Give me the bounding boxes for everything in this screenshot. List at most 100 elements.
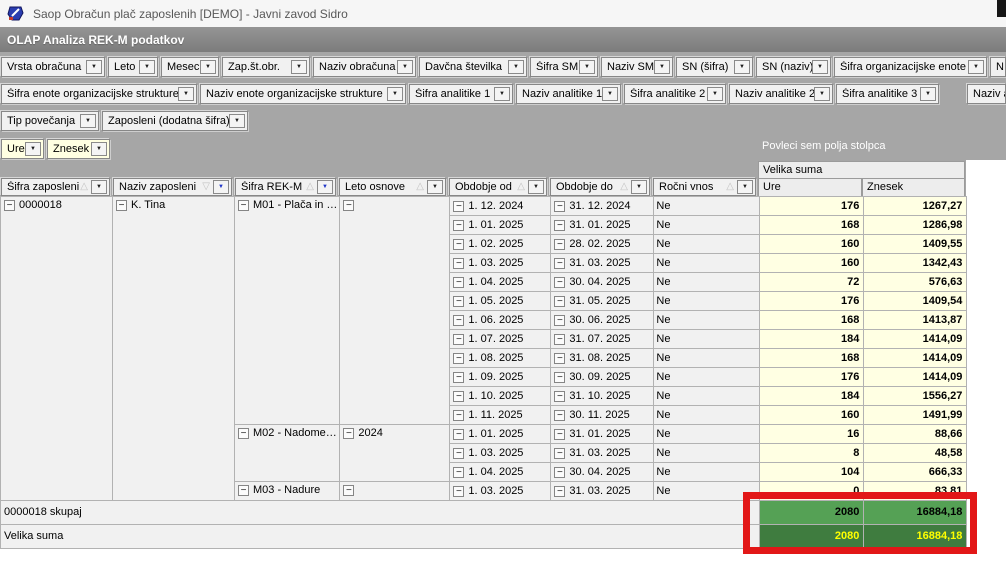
collapse-icon[interactable]: − — [554, 333, 566, 345]
dropdown-arrow-icon[interactable]: ▼ — [200, 60, 216, 74]
filter-field-sifra-analitike-2[interactable]: Šifra analitike 2 ▼ — [624, 84, 726, 104]
filter-field-sn-naziv[interactable]: SN (naziv) ▼ — [756, 57, 831, 77]
collapse-icon[interactable]: − — [554, 447, 566, 459]
collapse-icon[interactable]: − — [453, 257, 465, 269]
filter-field-naziv-analitike-1[interactable]: Naziv analitike 1 ▼ — [516, 84, 621, 104]
filter-field-mesec[interactable]: Mesec ▼ — [161, 57, 219, 77]
collapse-icon[interactable]: − — [453, 314, 465, 326]
collapse-icon[interactable]: − — [554, 257, 566, 269]
collapse-icon[interactable]: − — [238, 200, 249, 211]
dropdown-arrow-icon[interactable]: ▼ — [494, 87, 510, 101]
dropdown-arrow-icon[interactable]: ▼ — [654, 60, 670, 74]
collapse-icon[interactable]: − — [238, 428, 249, 439]
collapse-icon[interactable]: − — [554, 276, 566, 288]
collapse-icon[interactable]: − — [554, 371, 566, 383]
row-field-sifra-rek-m[interactable]: Šifra REK-M △ ▼ — [235, 178, 336, 196]
collapse-icon[interactable]: − — [453, 352, 465, 364]
collapse-icon[interactable]: − — [116, 200, 127, 211]
row-field-leto-osnove[interactable]: Leto osnove △ ▼ — [339, 178, 446, 196]
filter-field-tip-povecanja[interactable]: Tip povečanja ▼ — [1, 111, 99, 131]
dropdown-arrow-icon[interactable]: ▼ — [814, 87, 830, 101]
dropdown-arrow-icon[interactable]: ▼ — [139, 60, 155, 74]
dropdown-arrow-icon[interactable]: ▼ — [920, 87, 936, 101]
dropdown-arrow-icon[interactable]: ▼ — [734, 60, 750, 74]
filter-field-davcna-stevilka[interactable]: Davčna številka ▼ — [419, 57, 527, 77]
collapse-icon[interactable]: − — [453, 295, 465, 307]
row-field-obdobje-do[interactable]: Obdobje do △ ▼ — [550, 178, 650, 196]
collapse-icon[interactable]: − — [453, 238, 465, 250]
filter-field-sifra-organizacijske-enote[interactable]: Šifra organizacijske enote ▼ — [834, 57, 987, 77]
collapse-icon[interactable]: − — [453, 219, 465, 231]
collapse-icon[interactable]: − — [453, 447, 465, 459]
collapse-icon[interactable]: − — [453, 409, 465, 421]
filter-field-sifra-analitike-1[interactable]: Šifra analitike 1 ▼ — [409, 84, 513, 104]
collapse-icon[interactable]: − — [554, 314, 566, 326]
collapse-icon[interactable]: − — [554, 219, 566, 231]
dropdown-arrow-icon[interactable]: ▼ — [602, 87, 618, 101]
row-field-rocni-vnos[interactable]: Ročni vnos △ ▼ — [653, 178, 756, 196]
collapse-icon[interactable]: − — [453, 390, 465, 402]
row-field-sifra-zaposleni[interactable]: Šifra zaposleni △ ▼ — [1, 178, 110, 196]
dropdown-arrow-icon[interactable]: ▼ — [579, 60, 595, 74]
filter-field-naziv-enote-organizacijske-strukture[interactable]: Naziv enote organizacijske strukture ▼ — [200, 84, 406, 104]
dropdown-arrow-icon[interactable]: ▼ — [80, 114, 96, 128]
dropdown-arrow-icon[interactable]: ▼ — [86, 60, 102, 74]
collapse-icon[interactable]: − — [453, 200, 465, 212]
collapse-icon[interactable]: − — [453, 466, 465, 478]
collapse-icon[interactable]: − — [554, 295, 566, 307]
filter-field-vrsta-obracuna[interactable]: Vrsta obračuna ▼ — [1, 57, 105, 77]
collapse-icon[interactable]: − — [554, 352, 566, 364]
collapse-icon[interactable]: − — [453, 428, 465, 440]
filter-field-sn-sifra[interactable]: SN (šifra) ▼ — [676, 57, 753, 77]
collapse-icon[interactable]: − — [343, 200, 355, 211]
filter-field-naziv-analitike-2[interactable]: Naziv analitike 2 ▼ — [729, 84, 833, 104]
filter-field-n[interactable]: N — [990, 57, 1006, 77]
filter-field-zap-st-obr[interactable]: Zap.št.obr. ▼ — [222, 57, 310, 77]
dropdown-arrow-icon[interactable]: ▼ — [968, 60, 984, 74]
collapse-icon[interactable]: − — [343, 485, 355, 496]
row-field-naziv-zaposleni[interactable]: Naziv zaposleni ▽ ▼ — [113, 178, 232, 196]
filter-field-sifra-analitike-3[interactable]: Šifra analitike 3 ▼ — [836, 84, 939, 104]
collapse-icon[interactable]: − — [4, 200, 15, 211]
collapse-icon[interactable]: − — [554, 238, 566, 250]
data-field-znesek[interactable]: Znesek ▼ — [47, 139, 110, 159]
dropdown-arrow-icon[interactable]: ▼ — [631, 180, 647, 194]
dropdown-arrow-icon[interactable]: ▼ — [91, 180, 107, 194]
dropdown-arrow-icon[interactable]: ▼ — [508, 60, 524, 74]
dropdown-arrow-icon[interactable]: ▼ — [387, 87, 403, 101]
dropdown-arrow-icon[interactable]: ▼ — [229, 114, 245, 128]
collapse-icon[interactable]: − — [554, 390, 566, 402]
collapse-icon[interactable]: − — [554, 409, 566, 421]
dropdown-arrow-icon[interactable]: ▼ — [213, 180, 229, 194]
collapse-icon[interactable]: − — [554, 200, 566, 212]
dropdown-arrow-icon[interactable]: ▼ — [25, 142, 41, 156]
filter-field-naziv-anal[interactable]: Naziv anal — [967, 84, 1006, 104]
filter-field-leto[interactable]: Leto ▼ — [108, 57, 158, 77]
filter-field-naziv-sm[interactable]: Naziv SM ▼ — [601, 57, 673, 77]
filter-field-zaposleni-dodatna-sifra[interactable]: Zaposleni (dodatna šifra) ▼ — [102, 111, 248, 131]
data-field-ure[interactable]: Ure ▼ — [1, 139, 44, 159]
collapse-icon[interactable]: − — [453, 485, 465, 497]
filter-field-naziv-obracuna[interactable]: Naziv obračuna ▼ — [313, 57, 416, 77]
dropdown-arrow-icon[interactable]: ▼ — [707, 87, 723, 101]
collapse-icon[interactable]: − — [453, 276, 465, 288]
dropdown-arrow-icon[interactable]: ▼ — [291, 60, 307, 74]
collapse-icon[interactable]: − — [554, 485, 566, 497]
collapse-icon[interactable]: − — [238, 485, 249, 496]
filter-field-sifra-sm[interactable]: Šifra SM ▼ — [530, 57, 598, 77]
dropdown-arrow-icon[interactable]: ▼ — [737, 180, 753, 194]
dropdown-arrow-icon[interactable]: ▼ — [397, 60, 413, 74]
collapse-icon[interactable]: − — [343, 428, 355, 439]
collapse-icon[interactable]: − — [554, 428, 566, 440]
dropdown-arrow-icon[interactable]: ▼ — [528, 180, 544, 194]
dropdown-arrow-icon[interactable]: ▼ — [91, 142, 107, 156]
dropdown-arrow-icon[interactable]: ▼ — [178, 87, 194, 101]
row-field-obdobje-od[interactable]: Obdobje od △ ▼ — [449, 178, 547, 196]
collapse-icon[interactable]: − — [453, 333, 465, 345]
filter-field-sifra-enote-organizacijske-strukture[interactable]: Šifra enote organizacijske strukture ▼ — [1, 84, 197, 104]
collapse-icon[interactable]: − — [554, 466, 566, 478]
dropdown-arrow-icon[interactable]: ▼ — [812, 60, 828, 74]
dropdown-arrow-icon[interactable]: ▼ — [317, 180, 333, 194]
dropdown-arrow-icon[interactable]: ▼ — [427, 180, 443, 194]
collapse-icon[interactable]: − — [453, 371, 465, 383]
